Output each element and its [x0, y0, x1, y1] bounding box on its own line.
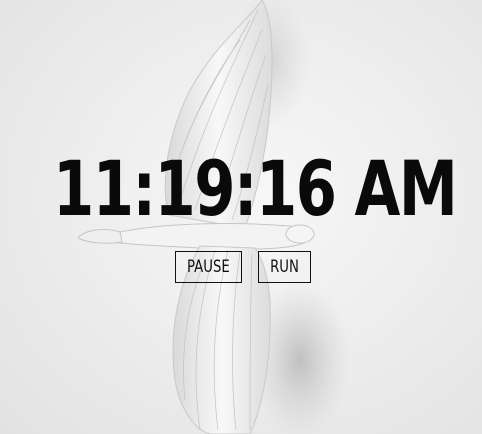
pause-button[interactable]: PAUSE: [175, 251, 242, 283]
run-button[interactable]: RUN: [258, 251, 311, 283]
pause-button-label: PAUSE: [187, 257, 230, 277]
run-button-label: RUN: [270, 257, 299, 277]
clock-time: 11:19:16 AM: [53, 144, 458, 233]
clock-page: 11:19:16 AM PAUSE RUN: [0, 0, 482, 434]
clock-controls: PAUSE RUN: [0, 251, 482, 285]
